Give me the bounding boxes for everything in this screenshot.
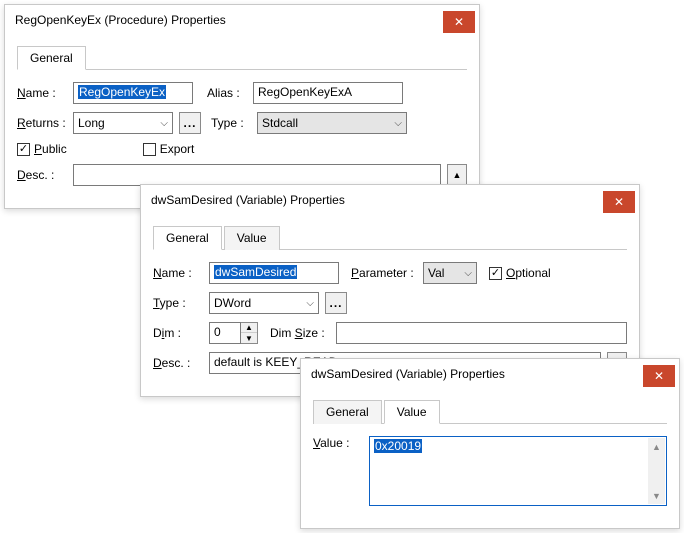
tab-general[interactable]: General	[17, 46, 86, 70]
name-label: Name :	[153, 266, 203, 280]
close-button[interactable]: ✕	[603, 191, 635, 213]
value-textarea[interactable]: 0x20019 ▲ ▼	[369, 436, 667, 506]
tab-value[interactable]: Value	[384, 400, 440, 424]
returns-browse-button[interactable]: ...	[179, 112, 201, 134]
tab-strip: General Value	[153, 225, 627, 250]
type-label: Type :	[153, 296, 203, 310]
client-area: General Name : RegOpenKeyEx Alias : RegO…	[5, 35, 479, 208]
type-browse-button[interactable]: ...	[325, 292, 347, 314]
type-label: Type :	[211, 116, 251, 130]
parameter-combo[interactable]: Val ⌵	[423, 262, 477, 284]
dim-down-button[interactable]: ▼	[241, 333, 257, 343]
dim-input[interactable]: 0	[209, 322, 241, 344]
dim-label: Dim :	[153, 326, 203, 340]
close-button[interactable]: ✕	[643, 365, 675, 387]
titlebar: RegOpenKeyEx (Procedure) Properties ✕	[5, 5, 479, 35]
dim-up-button[interactable]: ▲	[241, 323, 257, 333]
client-area: General Value Value : 0x20019 ▲ ▼	[301, 389, 679, 528]
close-icon: ✕	[454, 16, 464, 28]
optional-label: Optional	[506, 266, 551, 280]
type-combo[interactable]: DWord ⌵	[209, 292, 319, 314]
close-icon: ✕	[614, 196, 624, 208]
tab-strip: General	[17, 45, 467, 70]
dialog-title: dwSamDesired (Variable) Properties	[151, 193, 345, 207]
alias-input[interactable]: RegOpenKeyExA	[253, 82, 403, 104]
dimsize-label: Dim Size :	[270, 326, 330, 340]
titlebar: dwSamDesired (Variable) Properties ✕	[141, 185, 639, 215]
name-input[interactable]: RegOpenKeyEx	[73, 82, 193, 104]
scroll-down-icon[interactable]: ▼	[648, 487, 665, 504]
dialog-title: RegOpenKeyEx (Procedure) Properties	[15, 13, 226, 27]
optional-checkbox-wrap[interactable]: Optional	[489, 266, 551, 280]
returns-label: Returns :	[17, 116, 67, 130]
public-checkbox-wrap[interactable]: Public	[17, 142, 67, 156]
dim-spinner[interactable]: 0 ▲ ▼	[209, 322, 258, 344]
export-checkbox-wrap[interactable]: Export	[143, 142, 195, 156]
desc-label: Desc. :	[17, 168, 67, 182]
variable-properties-dialog-value: dwSamDesired (Variable) Properties ✕ Gen…	[300, 358, 680, 529]
procedure-properties-dialog: RegOpenKeyEx (Procedure) Properties ✕ Ge…	[4, 4, 480, 209]
export-checkbox[interactable]	[143, 143, 156, 156]
parameter-label: Parameter :	[351, 266, 417, 280]
name-input[interactable]: dwSamDesired	[209, 262, 339, 284]
close-button[interactable]: ✕	[443, 11, 475, 33]
close-icon: ✕	[654, 370, 664, 382]
scroll-up-icon[interactable]: ▲	[648, 438, 665, 455]
chevron-down-icon: ⌵	[394, 118, 402, 129]
alias-label: Alias :	[207, 86, 247, 100]
name-label: Name :	[17, 86, 67, 100]
chevron-down-icon: ⌵	[160, 118, 168, 129]
type-combo[interactable]: Stdcall ⌵	[257, 112, 407, 134]
returns-combo[interactable]: Long ⌵	[73, 112, 173, 134]
optional-checkbox[interactable]	[489, 267, 502, 280]
tab-strip: General Value	[313, 399, 667, 424]
desc-input[interactable]	[73, 164, 441, 186]
public-label: Public	[34, 142, 67, 156]
tab-general[interactable]: General	[153, 226, 222, 250]
chevron-down-icon: ⌵	[306, 298, 314, 309]
export-label: Export	[160, 142, 195, 156]
value-label: Value :	[313, 436, 363, 450]
tab-value[interactable]: Value	[224, 226, 280, 250]
public-checkbox[interactable]	[17, 143, 30, 156]
tab-general[interactable]: General	[313, 400, 382, 424]
titlebar: dwSamDesired (Variable) Properties ✕	[301, 359, 679, 389]
desc-label: Desc. :	[153, 356, 203, 370]
scrollbar[interactable]: ▲ ▼	[648, 438, 665, 504]
dimsize-input[interactable]	[336, 322, 627, 344]
dialog-title: dwSamDesired (Variable) Properties	[311, 367, 505, 381]
chevron-down-icon: ⌵	[464, 268, 472, 279]
desc-expand-button[interactable]: ▲	[447, 164, 467, 186]
